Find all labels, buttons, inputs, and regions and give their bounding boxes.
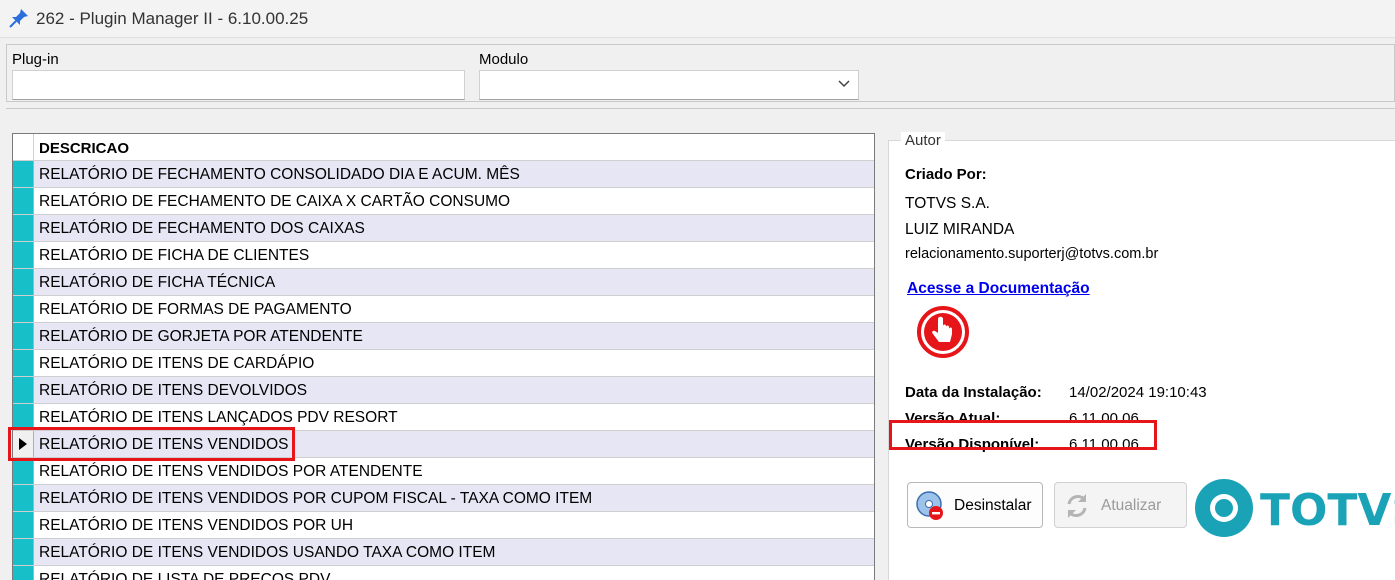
table-row[interactable]: RELATÓRIO DE ITENS VENDIDOS USANDO TAXA … <box>13 539 874 566</box>
row-indicator[interactable] <box>13 485 34 511</box>
documentation-link[interactable]: Acesse a Documentação <box>907 280 1090 298</box>
author-group: Autor Criado Por: TOTVS S.A. LUIZ MIRAND… <box>888 132 1395 580</box>
table-row[interactable]: RELATÓRIO DE ITENS VENDIDOS POR CUPOM FI… <box>13 485 874 512</box>
modulo-select[interactable] <box>479 70 859 100</box>
author-company: TOTVS S.A. <box>905 195 990 212</box>
table-row[interactable]: RELATÓRIO DE GORJETA POR ATENDENTE <box>13 323 874 350</box>
row-indicator[interactable] <box>13 404 34 430</box>
row-indicator[interactable] <box>13 458 34 484</box>
author-legend: Autor <box>901 132 945 149</box>
plugin-grid[interactable]: DESCRICAO RELATÓRIO DE FECHAMENTO CONSOL… <box>12 133 875 580</box>
table-row[interactable]: RELATÓRIO DE FICHA TÉCNICA <box>13 269 874 296</box>
row-description: RELATÓRIO DE FECHAMENTO DE CAIXA X CARTÃ… <box>39 193 511 210</box>
install-date-label: Data da Instalação: <box>905 384 1042 401</box>
update-label: Atualizar <box>1101 497 1162 514</box>
row-description: RELATÓRIO DE LISTA DE PREÇOS PDV <box>39 571 331 580</box>
grid-header: DESCRICAO <box>13 134 874 161</box>
row-indicator[interactable] <box>13 188 34 214</box>
row-description: RELATÓRIO DE ITENS VENDIDOS USANDO TAXA … <box>39 544 496 561</box>
row-indicator[interactable] <box>13 350 34 376</box>
row-description: RELATÓRIO DE FORMAS DE PAGAMENTO <box>39 301 352 318</box>
uninstall-label: Desinstalar <box>954 497 1032 514</box>
row-indicator[interactable] <box>13 269 34 295</box>
update-button[interactable]: Atualizar <box>1054 482 1187 528</box>
plugin-label: Plug-in <box>12 51 59 68</box>
table-row[interactable]: RELATÓRIO DE ITENS DE CARDÁPIO <box>13 350 874 377</box>
row-indicator[interactable] <box>13 377 34 403</box>
row-description: RELATÓRIO DE FICHA DE CLIENTES <box>39 247 310 264</box>
table-row[interactable]: RELATÓRIO DE FORMAS DE PAGAMENTO <box>13 296 874 323</box>
table-row[interactable]: RELATÓRIO DE ITENS VENDIDOS POR UH <box>13 512 874 539</box>
table-row[interactable]: RELATÓRIO DE ITENS VENDIDOS <box>13 431 874 458</box>
available-version-value: 6.11.00.06 <box>1069 436 1139 453</box>
row-indicator[interactable] <box>13 323 34 349</box>
row-indicator[interactable] <box>13 512 34 538</box>
details-panel: Autor Criado Por: TOTVS S.A. LUIZ MIRAND… <box>876 132 1395 580</box>
row-description: RELATÓRIO DE ITENS DE CARDÁPIO <box>39 355 315 372</box>
row-indicator[interactable] <box>13 566 34 580</box>
row-description: RELATÓRIO DE ITENS VENDIDOS POR ATENDENT… <box>39 463 423 480</box>
column-header-descricao[interactable]: DESCRICAO <box>39 140 129 157</box>
row-description: RELATÓRIO DE FICHA TÉCNICA <box>39 274 276 291</box>
table-row[interactable]: RELATÓRIO DE ITENS LANÇADOS PDV RESORT <box>13 404 874 431</box>
current-version-row: Versão Atual: 6.11.00.06 <box>905 410 1139 427</box>
table-row[interactable]: RELATÓRIO DE FECHAMENTO CONSOLIDADO DIA … <box>13 161 874 188</box>
table-row[interactable]: RELATÓRIO DE FECHAMENTO DE CAIXA X CARTÃ… <box>13 188 874 215</box>
header-indicator-cell <box>13 134 34 161</box>
uninstall-disc-icon <box>916 491 943 520</box>
row-description: RELATÓRIO DE ITENS DEVOLVIDOS <box>39 382 308 399</box>
plugin-manager-window: Plug-in Modulo DESCRICAO RELATÓRIO DE FE… <box>0 38 1395 580</box>
author-email: relacionamento.suporterj@totvs.com.br <box>905 246 1159 262</box>
available-version-row: Versão Disponível: 6.11.00.06 <box>905 436 1139 453</box>
window-title: 262 - Plugin Manager II - 6.10.00.25 <box>36 9 309 28</box>
row-indicator[interactable] <box>13 242 34 268</box>
totvs-logo: TOTVS <box>1195 479 1395 537</box>
totvs-logo-text: TOTVS <box>1260 485 1395 536</box>
row-description: RELATÓRIO DE FECHAMENTO CONSOLIDADO DIA … <box>39 166 520 183</box>
row-description: RELATÓRIO DE FECHAMENTO DOS CAIXAS <box>39 220 365 237</box>
table-row[interactable]: RELATÓRIO DE LISTA DE PREÇOS PDV <box>13 566 874 580</box>
row-description: RELATÓRIO DE ITENS VENDIDOS POR CUPOM FI… <box>39 490 593 507</box>
title-bar: 262 - Plugin Manager II - 6.10.00.25 <box>0 0 1395 38</box>
row-description: RELATÓRIO DE ITENS LANÇADOS PDV RESORT <box>39 409 398 426</box>
uninstall-button[interactable]: Desinstalar <box>907 482 1043 528</box>
author-name: LUIZ MIRANDA <box>905 221 1015 238</box>
row-indicator[interactable] <box>13 161 34 187</box>
chevron-down-icon[interactable] <box>836 75 852 91</box>
separator <box>6 108 1395 130</box>
row-indicator[interactable] <box>13 539 34 565</box>
pin-icon <box>9 9 28 28</box>
current-version-value: 6.11.00.06 <box>1069 410 1139 427</box>
refresh-icon <box>1067 494 1087 518</box>
table-row[interactable]: RELATÓRIO DE FECHAMENTO DOS CAIXAS <box>13 215 874 242</box>
row-description: RELATÓRIO DE GORJETA POR ATENDENTE <box>39 328 363 345</box>
table-row[interactable]: RELATÓRIO DE ITENS DEVOLVIDOS <box>13 377 874 404</box>
row-indicator[interactable] <box>13 215 34 241</box>
current-row-indicator[interactable] <box>13 431 34 457</box>
current-row-arrow-icon <box>19 438 27 450</box>
available-version-label: Versão Disponível: <box>905 436 1040 453</box>
plugin-search-input[interactable] <box>12 70 465 100</box>
install-date-row: Data da Instalação: 14/02/2024 19:10:43 <box>905 384 1207 401</box>
table-row[interactable]: RELATÓRIO DE ITENS VENDIDOS POR ATENDENT… <box>13 458 874 485</box>
row-description: RELATÓRIO DE ITENS VENDIDOS <box>39 436 289 453</box>
row-indicator[interactable] <box>13 296 34 322</box>
current-version-label: Versão Atual: <box>905 410 1001 427</box>
install-date-value: 14/02/2024 19:10:43 <box>1069 384 1207 401</box>
table-row[interactable]: RELATÓRIO DE FICHA DE CLIENTES <box>13 242 874 269</box>
modulo-label: Modulo <box>479 51 529 68</box>
pointing-hand-icon[interactable] <box>916 305 970 359</box>
created-by-label: Criado Por: <box>905 166 987 183</box>
row-description: RELATÓRIO DE ITENS VENDIDOS POR UH <box>39 517 354 534</box>
